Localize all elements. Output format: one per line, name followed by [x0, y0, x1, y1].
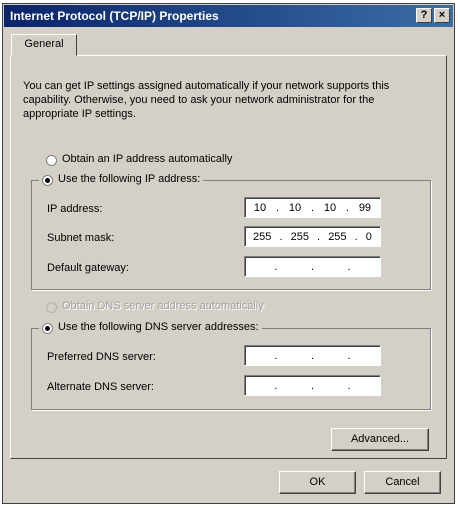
- cancel-button[interactable]: Cancel: [364, 471, 441, 494]
- preferred-dns-field[interactable]: . . .: [244, 345, 381, 366]
- obtain-dns-auto-radio: [46, 302, 57, 313]
- close-button[interactable]: ×: [434, 8, 450, 23]
- help-button[interactable]: ?: [416, 8, 432, 23]
- subnet-octet: 255: [290, 230, 309, 243]
- use-following-dns-radio[interactable]: [42, 323, 53, 334]
- use-following-dns-label[interactable]: Use the following DNS server addresses:: [58, 321, 275, 333]
- obtain-ip-auto-label[interactable]: Obtain an IP address automatically: [62, 153, 232, 165]
- default-gateway-label: Default gateway:: [47, 262, 129, 274]
- advanced-button[interactable]: Advanced...: [331, 428, 429, 451]
- alternate-dns-field[interactable]: . . .: [244, 375, 381, 396]
- ip-address-label: IP address:: [47, 203, 103, 215]
- tab-general[interactable]: General: [11, 34, 77, 56]
- use-following-ip-label[interactable]: Use the following IP address:: [58, 173, 216, 185]
- subnet-octet: 0: [365, 230, 372, 243]
- alternate-dns-label: Alternate DNS server:: [47, 381, 154, 393]
- tcpip-properties-dialog: Internet Protocol (TCP/IP) Properties ? …: [2, 3, 455, 504]
- obtain-dns-auto-label: Obtain DNS server address automatically: [62, 300, 264, 312]
- ip-octet: 10: [288, 201, 302, 214]
- window-title: Internet Protocol (TCP/IP) Properties: [10, 9, 219, 23]
- use-following-dns-option[interactable]: Use the following DNS server addresses:: [39, 321, 262, 337]
- obtain-ip-auto-radio[interactable]: [46, 155, 57, 166]
- dns-server-group: [31, 328, 431, 410]
- use-following-ip-radio[interactable]: [42, 175, 53, 186]
- subnet-octet: 255: [253, 230, 272, 243]
- default-gateway-field[interactable]: . . .: [244, 256, 381, 277]
- subnet-mask-field[interactable]: 255. 255. 255. 0: [244, 226, 381, 247]
- use-following-ip-option[interactable]: Use the following IP address:: [39, 173, 204, 189]
- title-bar[interactable]: Internet Protocol (TCP/IP) Properties ? …: [4, 5, 453, 27]
- ip-octet: 10: [253, 201, 267, 214]
- ip-octet: 99: [358, 201, 372, 214]
- ok-button[interactable]: OK: [279, 471, 356, 494]
- subnet-octet: 255: [328, 230, 347, 243]
- subnet-mask-label: Subnet mask:: [47, 232, 115, 244]
- ip-octet: 10: [323, 201, 337, 214]
- preferred-dns-label: Preferred DNS server:: [47, 351, 156, 363]
- intro-text: You can get IP settings assigned automat…: [23, 80, 390, 120]
- ip-address-field[interactable]: 10. 10. 10. 99: [244, 197, 381, 218]
